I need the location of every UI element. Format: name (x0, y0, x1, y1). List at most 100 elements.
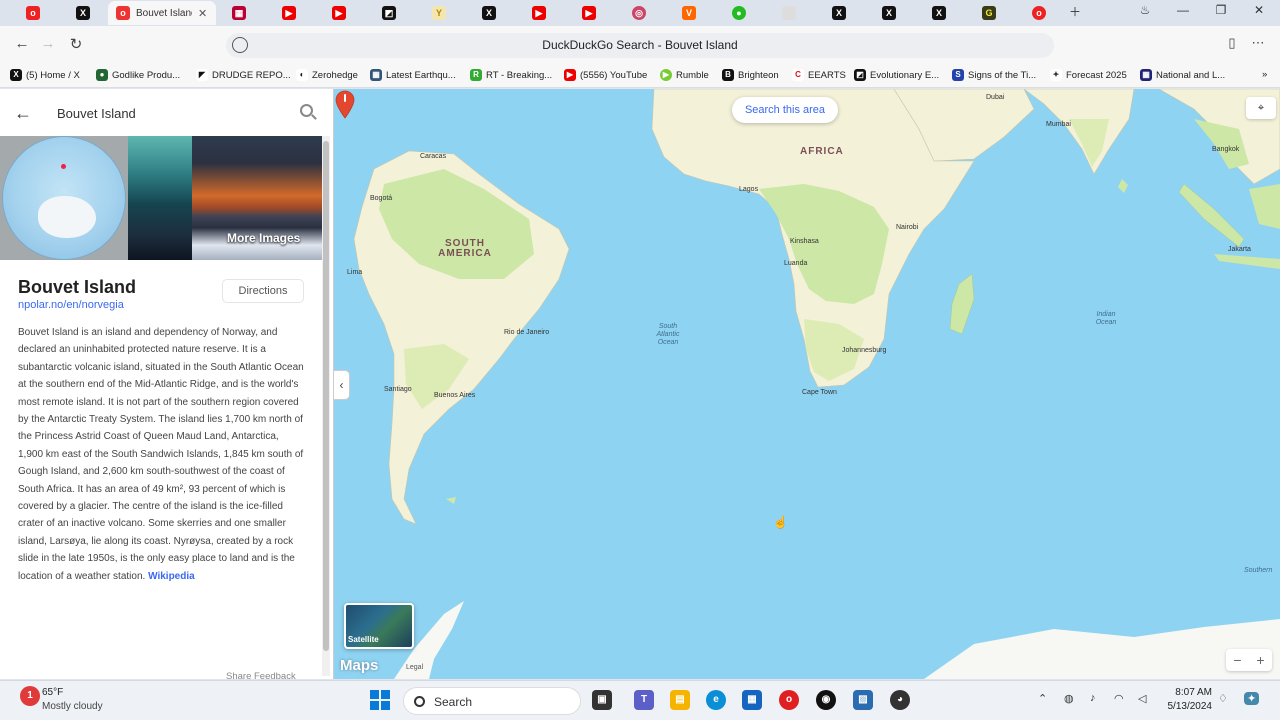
zoom-in-button[interactable]: + (1249, 649, 1272, 671)
wifi-icon[interactable]: ◠ (1114, 692, 1124, 705)
weather-description[interactable]: Mostly cloudy (42, 701, 103, 712)
bookmark-item[interactable]: ▦ Latest Earthqu... (370, 69, 456, 81)
weather-alert-icon[interactable]: 1 (20, 686, 40, 706)
place-website-link[interactable]: npolar.no/en/norvegia (18, 299, 124, 311)
bookmark-item[interactable]: B Brighteon (722, 69, 779, 81)
task-view-icon[interactable]: ▣ (592, 690, 612, 710)
city-label: Bangkok (1212, 146, 1240, 153)
menu-icon[interactable]: ⋯ (1248, 35, 1268, 51)
fire-icon[interactable]: ♨ (1130, 3, 1160, 17)
close-window-icon[interactable]: ✕ (1244, 3, 1274, 17)
share-feedback-link[interactable]: Share Feedback (226, 671, 296, 679)
taskbar-search-box[interactable]: Search (403, 687, 581, 715)
store-icon[interactable]: ▦ (742, 690, 762, 710)
reload-icon[interactable]: ↻ (66, 35, 86, 53)
island-photo-1[interactable] (128, 136, 192, 260)
wikipedia-link[interactable]: Wikipedia (148, 571, 195, 582)
clock-time[interactable]: 8:07 AM (1172, 687, 1212, 698)
microphone-icon[interactable]: ♪ (1090, 692, 1096, 704)
search-this-area-button[interactable]: Search this area (732, 97, 838, 123)
tab-whatsapp[interactable]: ● (714, 1, 764, 25)
close-tab-icon[interactable]: ✕ (198, 7, 207, 20)
bookmark-item[interactable]: ◐ Zerohedge (296, 69, 358, 81)
tab-youtube-1[interactable]: ▶ (264, 1, 314, 25)
network-icon[interactable]: ◍ (1064, 692, 1074, 705)
minimize-icon[interactable]: — (1168, 3, 1198, 17)
label-indian-ocean: Indian Ocean (1095, 311, 1117, 326)
edge-icon[interactable]: e (706, 690, 726, 710)
obs-icon[interactable]: ◉ (816, 690, 836, 710)
directions-button[interactable]: Directions (222, 279, 304, 303)
reader-icon[interactable]: ▯ (1222, 35, 1242, 51)
tab-x-4[interactable]: X (864, 1, 914, 25)
legal-link[interactable]: Legal (406, 664, 423, 671)
bookmark-item[interactable]: X (5) Home / X (10, 69, 80, 81)
tab-active-bouvet[interactable]: o Bouvet Island ✕ (108, 1, 216, 25)
chrome-icon[interactable]: ◕ (890, 690, 910, 710)
search-input[interactable] (48, 99, 324, 127)
forward-icon[interactable]: → (38, 35, 58, 52)
bookmark-item[interactable]: C EEARTS (792, 69, 846, 81)
teams-icon[interactable]: T (634, 690, 654, 710)
tab-dark[interactable]: ◩ (364, 1, 414, 25)
tab-x-3[interactable]: X (814, 1, 864, 25)
bookmark-item[interactable]: ▶ (5556) YouTube (564, 69, 647, 81)
bookmark-item[interactable]: ◩ Evolutionary E... (854, 69, 939, 81)
java-island (1214, 254, 1280, 269)
volume-icon[interactable]: ◁ (1138, 692, 1146, 705)
zoom-out-button[interactable]: − (1226, 649, 1249, 671)
tab-gab[interactable]: G (964, 1, 1014, 25)
youtube-icon: ▶ (532, 6, 546, 20)
map-canvas[interactable]: AFRICA SOUTH AMERICA South Atlantic Ocea… (334, 89, 1280, 679)
tab-brave[interactable]: V (664, 1, 714, 25)
notifications-icon[interactable]: ♢ (1218, 692, 1228, 705)
place-title: Bouvet Island (18, 277, 137, 297)
clock-date[interactable]: 5/13/2024 (1162, 701, 1213, 712)
label-south-atlantic-ocean: South Atlantic Ocean (656, 323, 680, 346)
restore-icon[interactable]: ❐ (1206, 3, 1236, 17)
tab-youtube-2[interactable]: ▶ (314, 1, 364, 25)
evolutionary-icon: ◩ (854, 69, 866, 81)
file-explorer-icon[interactable]: ▤ (670, 690, 690, 710)
bookmark-item[interactable]: ◤ DRUDGE REPO... (196, 69, 291, 81)
tab-blank[interactable] (764, 1, 814, 25)
new-tab-icon[interactable]: ＋ (1060, 3, 1090, 20)
opera-icon[interactable]: o (779, 690, 799, 710)
windows-start-icon[interactable] (370, 690, 390, 710)
bookmark-item[interactable]: ✦ Forecast 2025 (1050, 69, 1127, 81)
opera-icon: o (26, 6, 40, 20)
bookmark-item[interactable]: ▦ National and L... (1140, 69, 1225, 81)
tab-x[interactable]: X (58, 1, 108, 25)
bookmark-item[interactable]: ▶ Rumble (660, 69, 709, 81)
tab-youtube-4[interactable]: ▶ (564, 1, 614, 25)
tab-opera[interactable]: o (8, 1, 58, 25)
tab-mastodon[interactable]: ◎ (614, 1, 664, 25)
tab-x-2[interactable]: X (464, 1, 514, 25)
tab-opera-2[interactable]: o (1014, 1, 1064, 25)
bookmark-item[interactable]: R RT - Breaking... (470, 69, 552, 81)
location-pin-icon[interactable] (334, 89, 356, 119)
tab-youtube-3[interactable]: ▶ (514, 1, 564, 25)
island-photo-2[interactable]: More Images (192, 136, 322, 260)
copilot-icon[interactable]: ✦ (1244, 692, 1260, 705)
bookmark-item[interactable]: S Signs of the Ti... (952, 69, 1036, 81)
bookmarks-overflow-icon[interactable]: » (1262, 69, 1267, 80)
tab-flag[interactable]: ▦ (214, 1, 264, 25)
bookmark-item[interactable]: ● Godlike Produ... (96, 69, 180, 81)
tab-x-5[interactable]: X (914, 1, 964, 25)
back-arrow-icon[interactable]: ← (14, 103, 32, 124)
globe-image[interactable] (0, 136, 128, 260)
tab-light[interactable]: Y (414, 1, 464, 25)
tray-overflow-icon[interactable]: ⌃ (1038, 692, 1047, 705)
panel-scrollbar-thumb[interactable] (323, 141, 329, 651)
weather-temperature[interactable]: 65°F (42, 687, 63, 698)
more-images-link[interactable]: More Images (227, 231, 300, 245)
locate-me-icon[interactable]: ⌖ (1246, 97, 1276, 119)
satellite-toggle-button[interactable]: Satellite (344, 603, 414, 649)
back-icon[interactable]: ← (12, 35, 32, 52)
photos-icon[interactable]: ▨ (853, 690, 873, 710)
city-label: Bogotá (370, 195, 393, 202)
url-field[interactable]: DuckDuckGo Search - Bouvet Island (226, 33, 1054, 58)
collapse-panel-button[interactable]: ‹ (334, 370, 350, 400)
search-icon[interactable] (300, 104, 313, 117)
